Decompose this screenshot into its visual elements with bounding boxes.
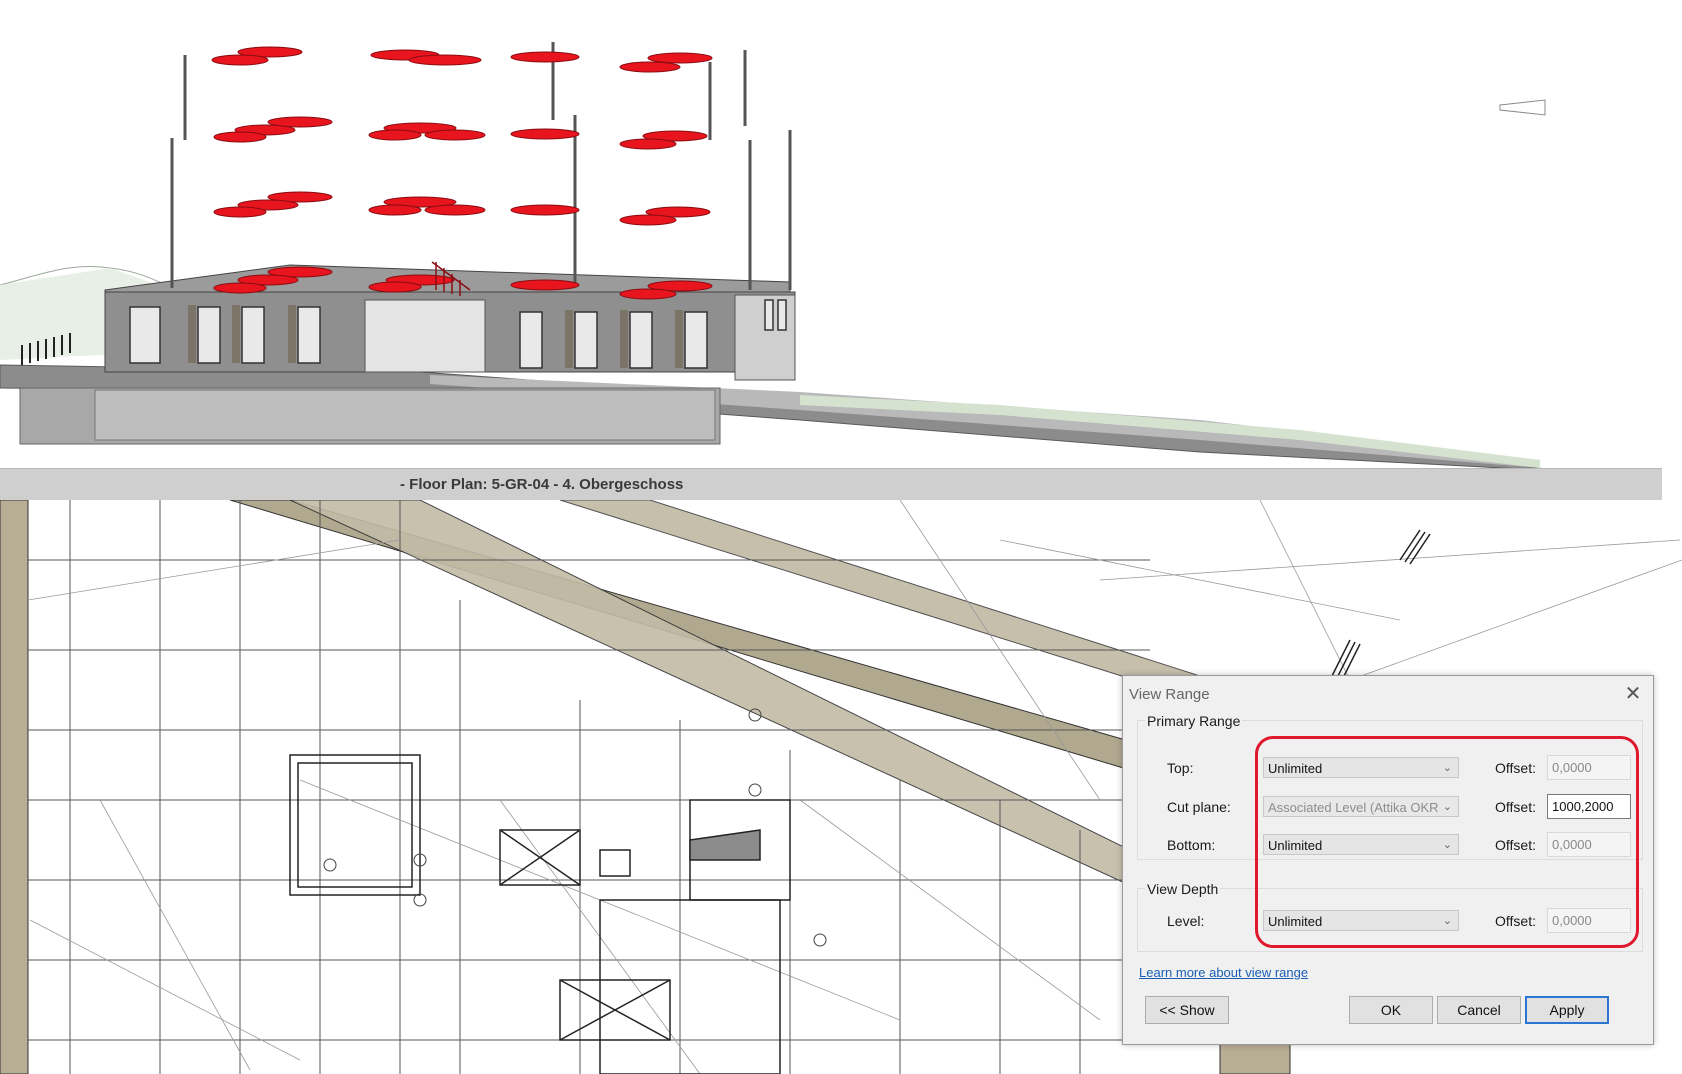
view-depth-label: View Depth bbox=[1145, 881, 1221, 897]
close-icon[interactable]: ✕ bbox=[1621, 682, 1645, 706]
cancel-button[interactable]: Cancel bbox=[1437, 996, 1521, 1024]
diagonal-wall-lower bbox=[289, 500, 1151, 891]
plan-fixtures bbox=[323, 708, 827, 947]
top-label: Top: bbox=[1167, 760, 1194, 776]
bottom-label: Bottom: bbox=[1167, 837, 1216, 853]
chevron-down-icon: ⌄ bbox=[1442, 801, 1452, 813]
depth-offset-field[interactable]: 0,0000 bbox=[1547, 908, 1631, 933]
chevron-down-icon: ⌄ bbox=[1442, 915, 1452, 927]
bottom-offset-field[interactable]: 0,0000 bbox=[1547, 832, 1631, 857]
bottom-level-value: Unlimited bbox=[1268, 838, 1323, 853]
bottom-level-select[interactable]: Unlimited ⌄ bbox=[1263, 834, 1459, 855]
red-elements bbox=[211, 46, 713, 300]
cut-plane-level-value: Associated Level (Attika OKR bbox=[1268, 800, 1439, 815]
depth-level-label: Level: bbox=[1167, 913, 1205, 929]
poles bbox=[170, 42, 792, 290]
cut-plane-level-select: Associated Level (Attika OKR ⌄ bbox=[1263, 796, 1459, 817]
primary-range-label: Primary Range bbox=[1145, 713, 1243, 729]
apply-button[interactable]: Apply bbox=[1525, 996, 1609, 1024]
left-wall bbox=[0, 500, 29, 1074]
plan-rooms bbox=[289, 754, 791, 1074]
show-button[interactable]: << Show bbox=[1145, 996, 1229, 1024]
learn-more-link[interactable]: Learn more about view range bbox=[1139, 965, 1308, 980]
top-offset-label: Offset: bbox=[1495, 760, 1536, 776]
chevron-down-icon: ⌄ bbox=[1442, 762, 1452, 774]
cut-plane-offset-label: Offset: bbox=[1495, 799, 1536, 815]
cut-plane-label: Cut plane: bbox=[1167, 799, 1231, 815]
ok-button[interactable]: OK bbox=[1349, 996, 1433, 1024]
view-title: - Floor Plan: 5-GR-04 - 4. Obergeschoss bbox=[400, 476, 684, 493]
cut-plane-offset-field[interactable]: 1000,2000 bbox=[1547, 794, 1631, 819]
view-range-dialog: View Range ✕ Primary Range Top: Unlimite… bbox=[1122, 675, 1654, 1045]
chevron-down-icon: ⌄ bbox=[1442, 839, 1452, 851]
bottom-offset-label: Offset: bbox=[1495, 837, 1536, 853]
3d-view[interactable] bbox=[0, 0, 1682, 468]
depth-offset-label: Offset: bbox=[1495, 913, 1536, 929]
top-level-select[interactable]: Unlimited ⌄ bbox=[1263, 757, 1459, 778]
depth-level-select[interactable]: Unlimited ⌄ bbox=[1263, 910, 1459, 931]
top-offset-field[interactable]: 0,0000 bbox=[1547, 755, 1631, 780]
plan-stairs bbox=[1329, 529, 1431, 685]
dialog-title: View Range bbox=[1129, 686, 1210, 703]
view-title-bar: - Floor Plan: 5-GR-04 - 4. Obergeschoss bbox=[0, 468, 1662, 502]
distant-object bbox=[1499, 99, 1546, 116]
top-level-value: Unlimited bbox=[1268, 761, 1323, 776]
depth-level-value: Unlimited bbox=[1268, 914, 1323, 929]
